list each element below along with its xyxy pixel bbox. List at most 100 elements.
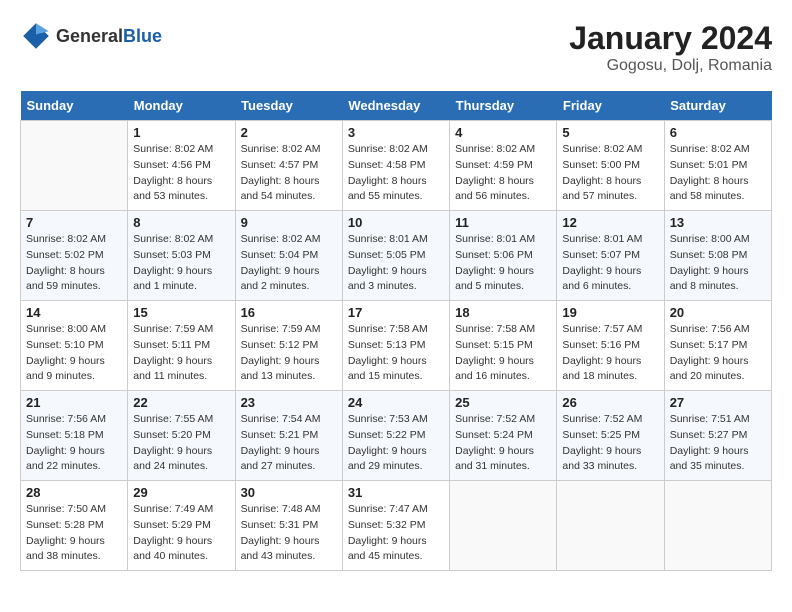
header-sunday: Sunday bbox=[21, 91, 128, 121]
header-wednesday: Wednesday bbox=[342, 91, 449, 121]
day-info: Sunrise: 8:02 AMSunset: 5:04 PMDaylight:… bbox=[241, 232, 337, 295]
table-row bbox=[450, 481, 557, 571]
day-info: Sunrise: 8:02 AMSunset: 4:58 PMDaylight:… bbox=[348, 142, 444, 205]
day-info: Sunrise: 8:02 AMSunset: 5:02 PMDaylight:… bbox=[26, 232, 122, 295]
day-info: Sunrise: 7:54 AMSunset: 5:21 PMDaylight:… bbox=[241, 412, 337, 475]
header-tuesday: Tuesday bbox=[235, 91, 342, 121]
day-info: Sunrise: 8:02 AMSunset: 4:57 PMDaylight:… bbox=[241, 142, 337, 205]
table-row: 10 Sunrise: 8:01 AMSunset: 5:05 PMDayligh… bbox=[342, 211, 449, 301]
day-number: 28 bbox=[26, 485, 122, 500]
table-row: 12Sunrise: 8:01 AMSunset: 5:07 PMDayligh… bbox=[557, 211, 664, 301]
week-row-3: 14 Sunrise: 8:00 AMSunset: 5:10 PMDayligh… bbox=[21, 301, 772, 391]
header-monday: Monday bbox=[128, 91, 235, 121]
header-friday: Friday bbox=[557, 91, 664, 121]
day-info: Sunrise: 7:57 AMSunset: 5:16 PMDaylight:… bbox=[562, 322, 658, 385]
title-block: January 2024 Gogosu, Dolj, Romania bbox=[569, 20, 772, 75]
day-number: 9 bbox=[241, 215, 337, 230]
table-row: 25 Sunrise: 7:52 AMSunset: 5:24 PMDayligh… bbox=[450, 391, 557, 481]
day-info: Sunrise: 8:01 AMSunset: 5:06 PMDaylight:… bbox=[455, 232, 551, 295]
day-number: 20 bbox=[670, 305, 766, 320]
day-number: 7 bbox=[26, 215, 122, 230]
calendar-table: SundayMondayTuesdayWednesdayThursdayFrid… bbox=[20, 91, 772, 571]
day-number: 5 bbox=[562, 125, 658, 140]
weekday-header-row: SundayMondayTuesdayWednesdayThursdayFrid… bbox=[21, 91, 772, 121]
day-info: Sunrise: 8:02 AMSunset: 4:56 PMDaylight:… bbox=[133, 142, 229, 205]
day-number: 26 bbox=[562, 395, 658, 410]
table-row: 14 Sunrise: 8:00 AMSunset: 5:10 PMDayligh… bbox=[21, 301, 128, 391]
table-row: 3 Sunrise: 8:02 AMSunset: 4:58 PMDaylight… bbox=[342, 121, 449, 211]
day-info: Sunrise: 8:02 AMSunset: 4:59 PMDaylight:… bbox=[455, 142, 551, 205]
table-row: 27Sunrise: 7:51 AMSunset: 5:27 PMDayligh… bbox=[664, 391, 771, 481]
table-row: 28 Sunrise: 7:50 AMSunset: 5:28 PMDayligh… bbox=[21, 481, 128, 571]
day-info: Sunrise: 8:00 AMSunset: 5:10 PMDaylight:… bbox=[26, 322, 122, 385]
week-row-4: 21 Sunrise: 7:56 AMSunset: 5:18 PMDayligh… bbox=[21, 391, 772, 481]
week-row-1: 1 Sunrise: 8:02 AMSunset: 4:56 PMDaylight… bbox=[21, 121, 772, 211]
day-number: 11 bbox=[455, 215, 551, 230]
day-number: 23 bbox=[241, 395, 337, 410]
logo-general: General bbox=[56, 26, 123, 46]
day-info: Sunrise: 7:49 AMSunset: 5:29 PMDaylight:… bbox=[133, 502, 229, 565]
day-number: 14 bbox=[26, 305, 122, 320]
table-row: 20Sunrise: 7:56 AMSunset: 5:17 PMDayligh… bbox=[664, 301, 771, 391]
day-info: Sunrise: 7:58 AMSunset: 5:13 PMDaylight:… bbox=[348, 322, 444, 385]
table-row: 30Sunrise: 7:48 AMSunset: 5:31 PMDayligh… bbox=[235, 481, 342, 571]
day-number: 13 bbox=[670, 215, 766, 230]
day-number: 8 bbox=[133, 215, 229, 230]
day-number: 3 bbox=[348, 125, 444, 140]
table-row: 18Sunrise: 7:58 AMSunset: 5:15 PMDayligh… bbox=[450, 301, 557, 391]
day-number: 10 bbox=[348, 215, 444, 230]
day-number: 25 bbox=[455, 395, 551, 410]
logo-icon bbox=[20, 20, 52, 52]
day-number: 31 bbox=[348, 485, 444, 500]
day-info: Sunrise: 8:01 AMSunset: 5:05 PMDaylight:… bbox=[348, 232, 444, 295]
day-info: Sunrise: 8:02 AMSunset: 5:01 PMDaylight:… bbox=[670, 142, 766, 205]
day-number: 21 bbox=[26, 395, 122, 410]
day-info: Sunrise: 7:55 AMSunset: 5:20 PMDaylight:… bbox=[133, 412, 229, 475]
day-number: 30 bbox=[241, 485, 337, 500]
day-info: Sunrise: 8:00 AMSunset: 5:08 PMDaylight:… bbox=[670, 232, 766, 295]
day-number: 2 bbox=[241, 125, 337, 140]
week-row-2: 7 Sunrise: 8:02 AMSunset: 5:02 PMDaylight… bbox=[21, 211, 772, 301]
table-row: 13 Sunrise: 8:00 AMSunset: 5:08 PMDayligh… bbox=[664, 211, 771, 301]
day-number: 1 bbox=[133, 125, 229, 140]
table-row: 8 Sunrise: 8:02 AMSunset: 5:03 PMDaylight… bbox=[128, 211, 235, 301]
day-info: Sunrise: 8:02 AMSunset: 5:03 PMDaylight:… bbox=[133, 232, 229, 295]
day-info: Sunrise: 7:52 AMSunset: 5:24 PMDaylight:… bbox=[455, 412, 551, 475]
table-row: 6 Sunrise: 8:02 AMSunset: 5:01 PMDaylight… bbox=[664, 121, 771, 211]
day-info: Sunrise: 7:59 AMSunset: 5:12 PMDaylight:… bbox=[241, 322, 337, 385]
table-row: 7 Sunrise: 8:02 AMSunset: 5:02 PMDaylight… bbox=[21, 211, 128, 301]
table-row: 9 Sunrise: 8:02 AMSunset: 5:04 PMDaylight… bbox=[235, 211, 342, 301]
day-info: Sunrise: 7:50 AMSunset: 5:28 PMDaylight:… bbox=[26, 502, 122, 565]
location-subtitle: Gogosu, Dolj, Romania bbox=[569, 57, 772, 75]
table-row bbox=[664, 481, 771, 571]
header-thursday: Thursday bbox=[450, 91, 557, 121]
day-number: 18 bbox=[455, 305, 551, 320]
logo: GeneralBlue bbox=[20, 20, 162, 52]
day-number: 16 bbox=[241, 305, 337, 320]
day-info: Sunrise: 7:51 AMSunset: 5:27 PMDaylight:… bbox=[670, 412, 766, 475]
table-row bbox=[557, 481, 664, 571]
day-number: 19 bbox=[562, 305, 658, 320]
header-saturday: Saturday bbox=[664, 91, 771, 121]
day-info: Sunrise: 7:59 AMSunset: 5:11 PMDaylight:… bbox=[133, 322, 229, 385]
day-info: Sunrise: 7:52 AMSunset: 5:25 PMDaylight:… bbox=[562, 412, 658, 475]
day-number: 4 bbox=[455, 125, 551, 140]
page-header: GeneralBlue January 2024 Gogosu, Dolj, R… bbox=[20, 20, 772, 75]
day-info: Sunrise: 8:01 AMSunset: 5:07 PMDaylight:… bbox=[562, 232, 658, 295]
table-row: 24Sunrise: 7:53 AMSunset: 5:22 PMDayligh… bbox=[342, 391, 449, 481]
day-info: Sunrise: 8:02 AMSunset: 5:00 PMDaylight:… bbox=[562, 142, 658, 205]
day-number: 15 bbox=[133, 305, 229, 320]
table-row: 29 Sunrise: 7:49 AMSunset: 5:29 PMDayligh… bbox=[128, 481, 235, 571]
table-row: 2 Sunrise: 8:02 AMSunset: 4:57 PMDaylight… bbox=[235, 121, 342, 211]
table-row: 19 Sunrise: 7:57 AMSunset: 5:16 PMDayligh… bbox=[557, 301, 664, 391]
day-number: 29 bbox=[133, 485, 229, 500]
table-row bbox=[21, 121, 128, 211]
day-number: 22 bbox=[133, 395, 229, 410]
table-row: 5 Sunrise: 8:02 AMSunset: 5:00 PMDaylight… bbox=[557, 121, 664, 211]
logo-blue: Blue bbox=[123, 26, 162, 46]
logo-text: GeneralBlue bbox=[56, 26, 162, 47]
table-row: 11 Sunrise: 8:01 AMSunset: 5:06 PMDayligh… bbox=[450, 211, 557, 301]
day-info: Sunrise: 7:56 AMSunset: 5:18 PMDaylight:… bbox=[26, 412, 122, 475]
day-number: 6 bbox=[670, 125, 766, 140]
table-row: 17Sunrise: 7:58 AMSunset: 5:13 PMDayligh… bbox=[342, 301, 449, 391]
